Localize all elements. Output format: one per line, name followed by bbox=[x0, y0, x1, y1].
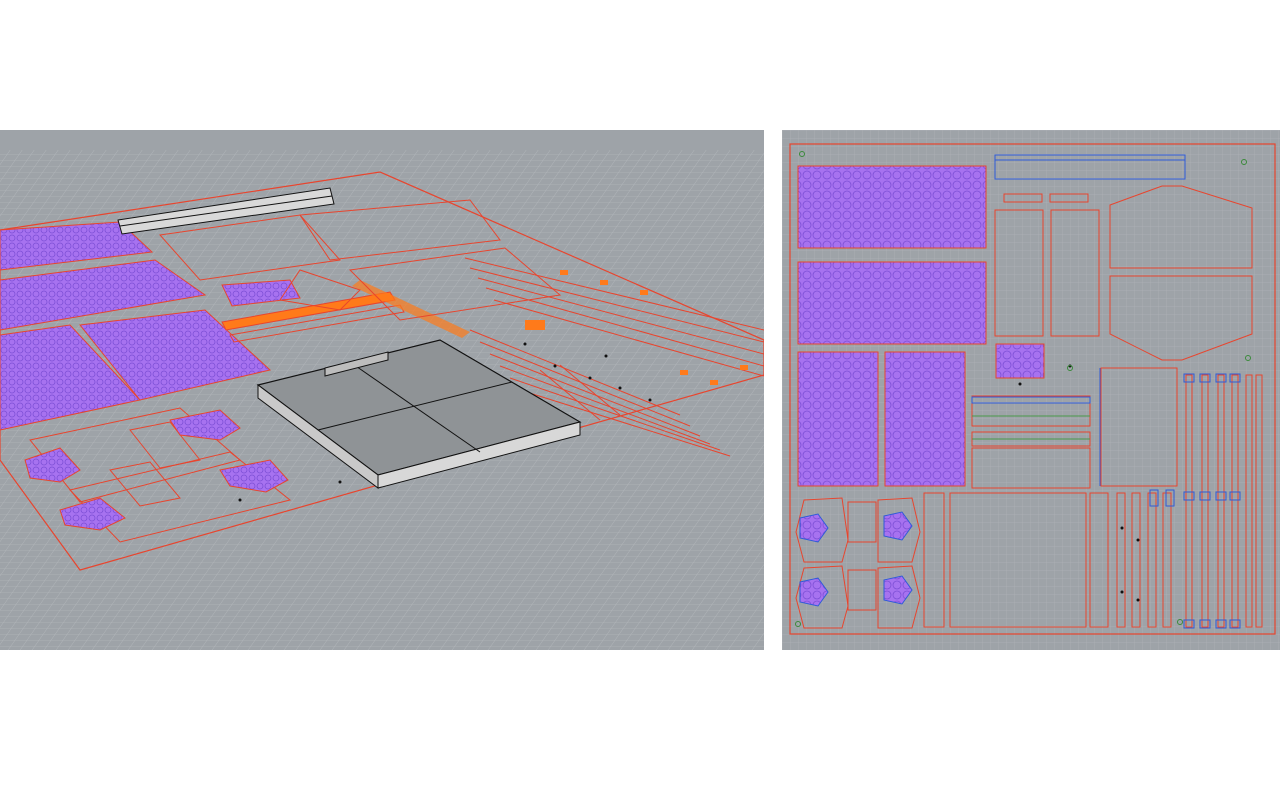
perspective-canvas[interactable] bbox=[0, 130, 764, 650]
top-viewport[interactable] bbox=[782, 130, 1280, 650]
top-canvas[interactable] bbox=[782, 130, 1280, 650]
perspective-viewport[interactable] bbox=[0, 130, 764, 650]
